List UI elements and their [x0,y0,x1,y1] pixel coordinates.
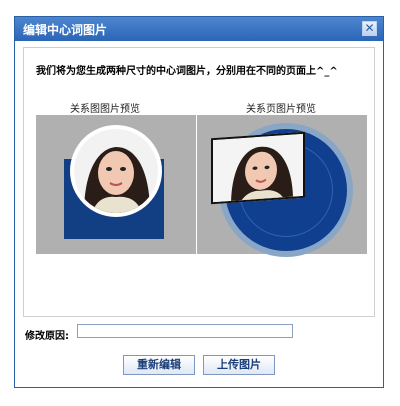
reason-label: 修改原因: [25,331,69,342]
dialog-content: 我们将为您生成两种尺寸的中心词图片，分别用在不同的页面上^_^ 关系图图片预览 … [23,47,375,317]
relation-page-preview-caption: 关系页图片预览 [246,104,316,115]
portrait-image [213,133,305,205]
notice-text: 我们将为您生成两种尺寸的中心词图片，分别用在不同的页面上^_^ [36,66,338,77]
tilted-photo-frame [211,131,305,205]
portrait-image [74,129,158,213]
close-icon[interactable]: ✕ [362,21,377,36]
relation-page-preview-panel [197,115,367,257]
reedit-button[interactable]: 重新编辑 [123,355,195,375]
dialog-title: 编辑中心词图片 [23,23,108,37]
dialog-titlebar: 编辑中心词图片 ✕ [15,17,383,41]
relation-map-preview-panel [36,115,196,254]
edit-image-dialog: 编辑中心词图片 ✕ 我们将为您生成两种尺寸的中心词图片，分别用在不同的页面上^_… [14,16,384,388]
reason-input[interactable] [77,324,293,338]
relation-map-preview-caption: 关系图图片预览 [70,104,140,115]
upload-image-button[interactable]: 上传图片 [203,355,275,375]
round-avatar-frame [70,125,162,217]
